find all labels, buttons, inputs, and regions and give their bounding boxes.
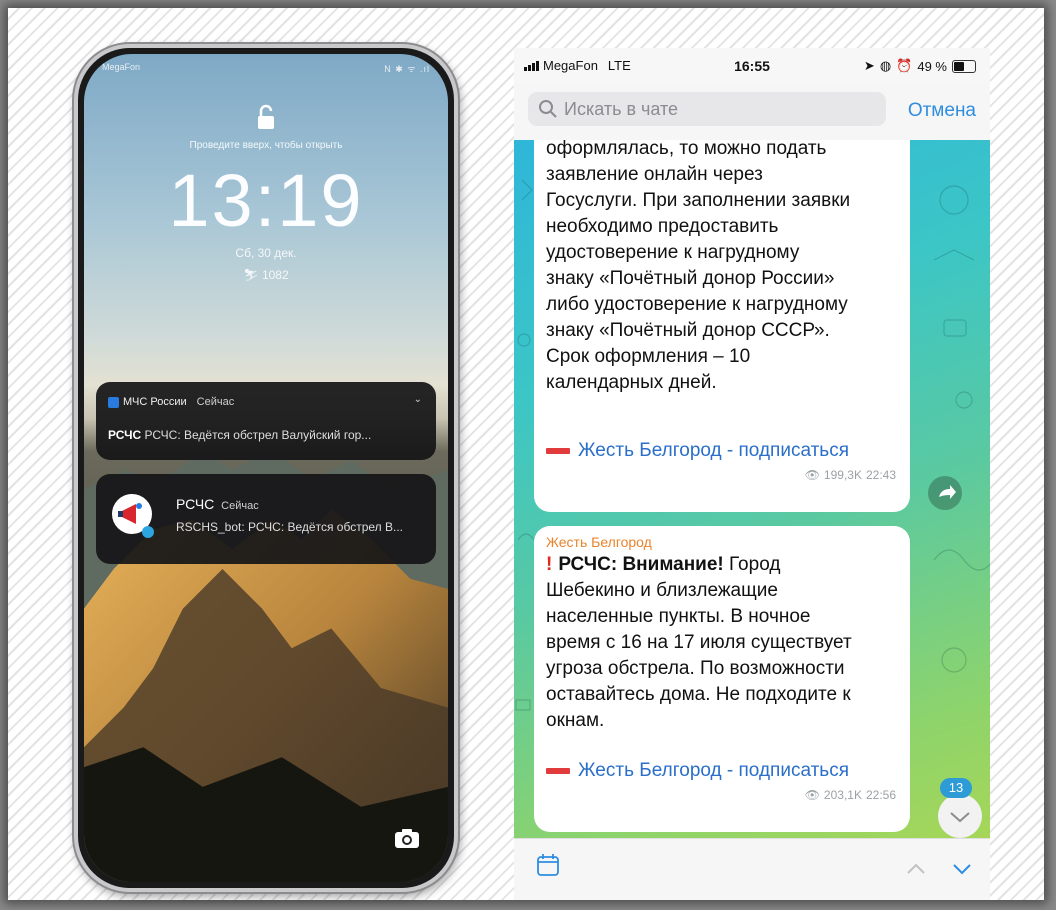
- notification-title: РСЧС Сейчас: [176, 496, 259, 512]
- alert-heading: РСЧС: Внимание!: [558, 554, 724, 575]
- message-line: время с 16 на 17 июля существует: [546, 632, 852, 653]
- notification-time: Сейчас: [196, 396, 235, 408]
- steps-counter: ⛷ 1082: [84, 268, 448, 282]
- notification-sender: РСЧС: [108, 428, 142, 442]
- message-line: Госуслуги. При заполнении заявки: [546, 190, 851, 211]
- views-count: 203,1K: [823, 788, 862, 802]
- message-bubble[interactable]: Жесть Белгород ! РСЧС: Внимание! Город Ше…: [534, 526, 910, 832]
- unread-badge: 13: [940, 778, 972, 798]
- location-icon: ➤: [863, 58, 875, 73]
- carrier-label: MegaFon: [102, 62, 141, 72]
- views-eye-icon: 👁: [804, 788, 820, 802]
- iphone-telegram: MegaFon LTE 16:55 ➤ ◍ ⏰ 49 % Искать в ча…: [514, 48, 990, 900]
- exclamation-icon: !: [546, 554, 553, 575]
- message-text: ! РСЧС: Внимание! Город Шебекино и близле…: [546, 552, 900, 734]
- subscribe-link[interactable]: Жесть Белгород - подписаться: [546, 760, 849, 782]
- scroll-down-button[interactable]: [938, 794, 982, 838]
- message-line: Шебекино и близлежащие: [546, 580, 778, 601]
- notification-title-text: РСЧС: [176, 496, 215, 512]
- notification-body: РСЧС РСЧС: Ведётся обстрел Валуйский гор…: [108, 428, 424, 442]
- message-line: необходимо предоставить: [546, 216, 779, 237]
- chevron-down-icon: [950, 812, 970, 823]
- subscribe-link-text: Жесть Белгород - подписаться: [578, 760, 849, 781]
- chevron-down-icon[interactable]: ⌄: [414, 394, 422, 405]
- message-bubble[interactable]: оформлялась, то можно подать заявление о…: [534, 140, 910, 512]
- message-time: 22:56: [865, 788, 896, 802]
- telegram-icon: [142, 526, 154, 538]
- notification-rschs-bot[interactable]: РСЧС Сейчас RSCHS_bot: РСЧС: Ведётся обс…: [96, 474, 436, 564]
- search-placeholder: Искать в чате: [564, 98, 679, 119]
- notification-text: РСЧС: Ведётся обстрел Валуйский гор...: [144, 428, 372, 442]
- notification-time: Сейчас: [221, 500, 259, 512]
- message-line: оставайтесь дома. Не подходите к: [546, 684, 851, 705]
- search-input[interactable]: Искать в чате: [528, 92, 886, 126]
- message-line: либо удостоверение к нагрудному: [546, 294, 848, 315]
- message-line: знаку «Почётный донор России»: [546, 268, 835, 289]
- message-line: окнам.: [546, 710, 605, 731]
- search-results-toolbar: [514, 838, 990, 900]
- views-count: 199,3K: [823, 468, 862, 482]
- channel-logo-icon: [546, 768, 570, 774]
- subscribe-link-text: Жесть Белгород - подписаться: [578, 440, 849, 461]
- chevron-up-icon[interactable]: [904, 857, 928, 886]
- message-line: ! РСЧС: Внимание! Город: [546, 552, 900, 578]
- message-line: заявление онлайн через: [546, 164, 763, 185]
- message-text: оформлялась, то можно подать заявление о…: [546, 140, 900, 396]
- search-bar: Искать в чате Отмена: [514, 84, 990, 141]
- battery-percent: 49 %: [917, 58, 947, 74]
- calendar-icon[interactable]: [536, 853, 560, 882]
- alert-tail: Город: [723, 554, 781, 575]
- message-line: Срок оформления – 10: [546, 346, 751, 367]
- channel-logo-icon: [546, 448, 570, 454]
- unlock-icon: [84, 104, 448, 137]
- notification-mchs[interactable]: МЧС России Сейчас ⌄ РСЧС РСЧС: Ведётся о…: [96, 382, 436, 460]
- views-eye-icon: 👁: [804, 468, 820, 482]
- status-icons: N ✱ ᯤ .ıl: [384, 64, 430, 74]
- message-line: знаку «Почётный донор СССР».: [546, 320, 830, 341]
- message-line: угроза обстрела. По возможности: [546, 658, 845, 679]
- message-line: оформлялась, то можно подать: [546, 140, 827, 159]
- search-icon: [539, 100, 557, 118]
- lock-rotation-icon: ◍: [879, 58, 892, 73]
- camera-icon[interactable]: [394, 827, 420, 854]
- lock-date: Сб, 30 дек.: [235, 246, 297, 260]
- message-meta: 👁 199,3K 22:43: [805, 468, 896, 482]
- share-icon[interactable]: [928, 476, 962, 510]
- status-right: ➤ ◍ ⏰ 49 %: [864, 58, 976, 74]
- steps-icon: ⛷: [243, 268, 259, 282]
- notification-body: RSCHS_bot: РСЧС: Ведётся обстрел В...: [176, 520, 403, 534]
- swipe-hint: Проведите вверх, чтобы открыть: [189, 140, 343, 151]
- chat-area[interactable]: оформлялась, то можно подать заявление о…: [514, 140, 990, 838]
- mchs-app-icon: [108, 396, 119, 408]
- alarm-icon: ⏰: [896, 58, 913, 73]
- notification-app-name: МЧС России: [123, 396, 187, 408]
- message-line: удостоверение к нагрудному: [546, 242, 800, 263]
- chevron-down-icon[interactable]: [950, 857, 974, 886]
- subscribe-link[interactable]: Жесть Белгород - подписаться: [546, 440, 849, 462]
- ios-status-bar: MegaFon LTE 16:55 ➤ ◍ ⏰ 49 %: [514, 48, 990, 84]
- lock-status-bar: MegaFon N ✱ ᯤ .ıl: [102, 62, 430, 75]
- android-phone: MegaFon N ✱ ᯤ .ıl Проведите вверх, чтобы…: [74, 44, 458, 892]
- message-line: населенные пункты. В ночное: [546, 606, 811, 627]
- message-meta: 👁 203,1K 22:56: [805, 788, 896, 802]
- battery-icon: [952, 59, 976, 73]
- lock-screen: MegaFon N ✱ ᯤ .ıl Проведите вверх, чтобы…: [84, 54, 448, 882]
- message-line: календарных дней.: [546, 372, 717, 393]
- message-time: 22:43: [865, 468, 896, 482]
- cancel-button[interactable]: Отмена: [908, 100, 976, 122]
- message-sender: Жесть Белгород: [546, 534, 652, 550]
- lock-clock: 13:19: [168, 159, 364, 242]
- notification-header: МЧС России Сейчас: [108, 396, 234, 408]
- steps-value: 1082: [261, 268, 289, 282]
